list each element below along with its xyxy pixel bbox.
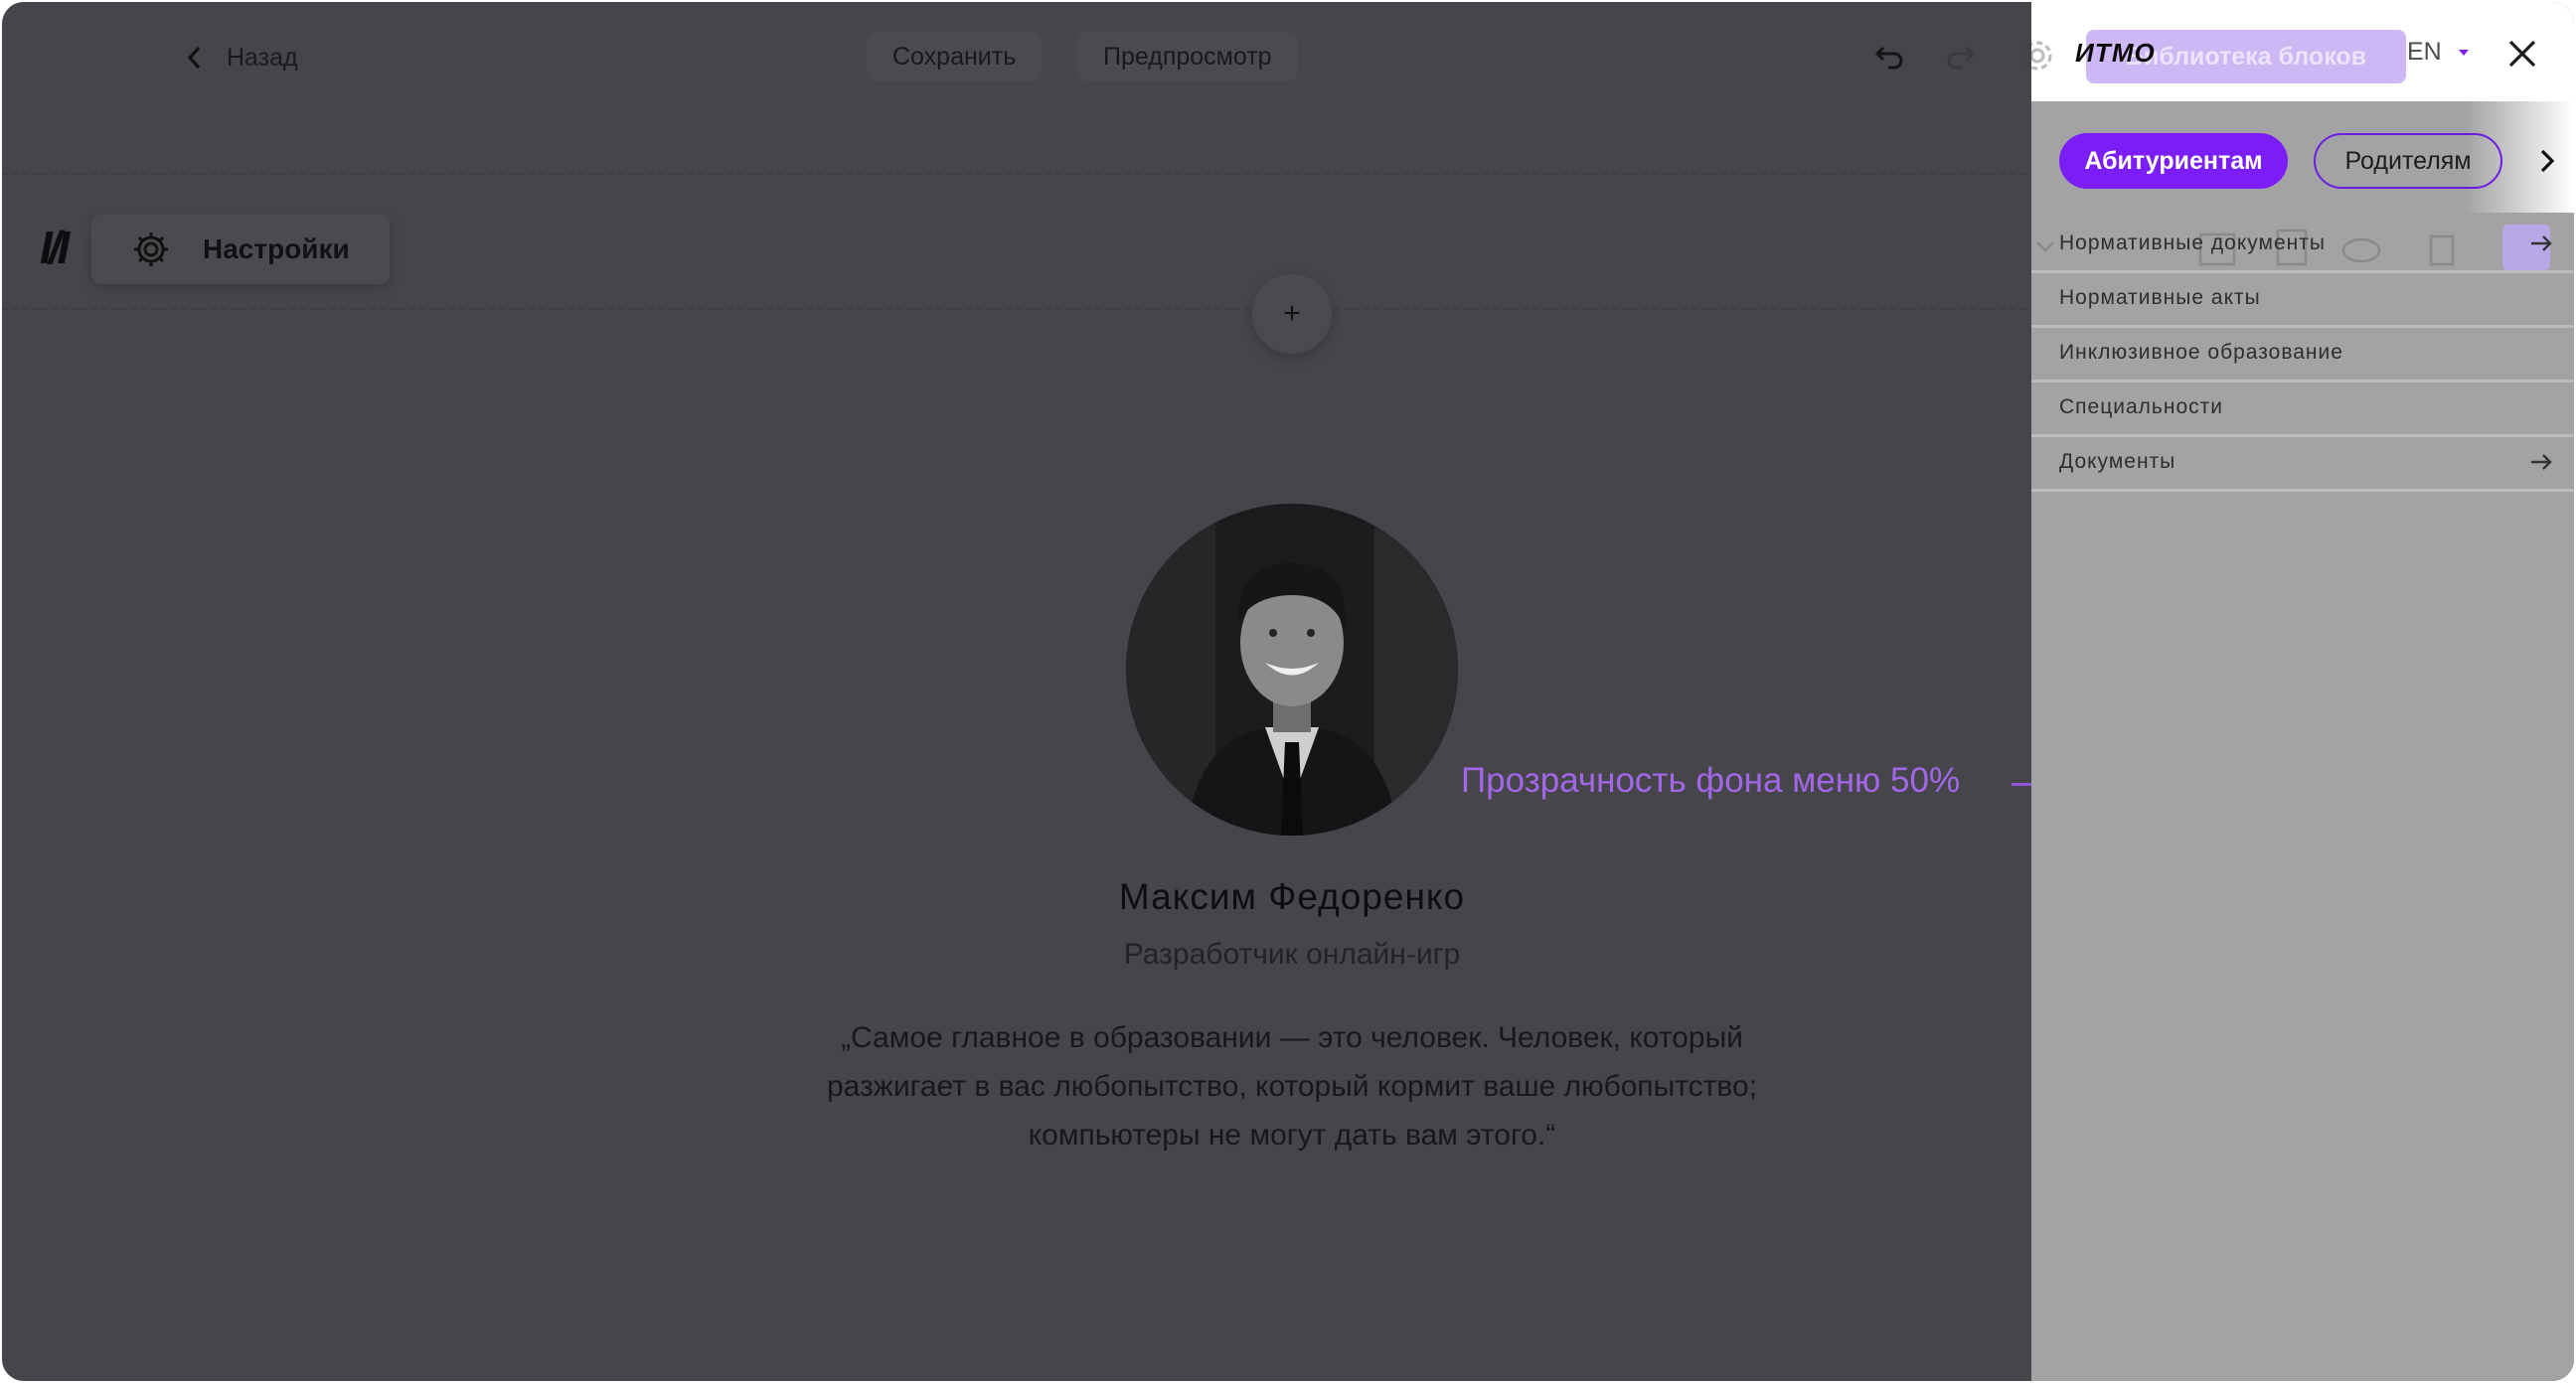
undo-icon[interactable]: [1872, 40, 1906, 74]
arrow-right-icon: [2531, 454, 2552, 470]
back-button[interactable]: Назад: [185, 38, 298, 77]
profile-quote: „Самое главное в образовании — это челов…: [698, 1013, 1886, 1159]
caret-down-icon: [2458, 49, 2469, 56]
add-block-button[interactable]: +: [1252, 274, 1332, 354]
menu-panel-header: Библиотека блоков ИТМО EN: [2022, 2, 2574, 101]
menu-item[interactable]: Документы: [2031, 435, 2574, 492]
menu-item[interactable]: Инклюзивное образование: [2031, 326, 2574, 383]
toolbar-divider: [2, 173, 2035, 175]
profile-role: Разработчик онлайн-игр: [1123, 938, 1461, 971]
tab-parents[interactable]: Родителям: [2314, 133, 2502, 189]
menu-tabs: Абитуриентам Родителям: [2031, 101, 2574, 213]
menu-item-label: Специальности: [2059, 395, 2223, 418]
menu-item[interactable]: Нормативные акты: [2031, 271, 2574, 328]
editor-canvas: Назад Сохранить Предпросмотр Ӏ/Ӏ Настрой…: [2, 2, 2574, 1381]
arrow-right-icon: [2531, 235, 2552, 251]
menu-item[interactable]: Нормативные документы: [2031, 217, 2574, 273]
profile-name: Максим Федоренко: [1118, 876, 1466, 917]
gear-icon: [2022, 41, 2052, 71]
person-photo: [1126, 504, 1458, 836]
close-icon[interactable]: [2504, 36, 2540, 72]
chevron-left-icon: [187, 46, 201, 70]
menu-item-label: Документы: [2059, 450, 2176, 473]
annotation-label: Прозрачность фона меню 50%: [1461, 761, 1961, 800]
gear-icon: [134, 232, 168, 266]
itmo-logo: ИТМО: [2075, 38, 2156, 68]
avatar: [1126, 504, 1458, 836]
tab-applicants[interactable]: Абитуриентам: [2059, 133, 2288, 189]
menu-item-label: Нормативные документы: [2059, 231, 2326, 254]
redo-icon[interactable]: [1944, 40, 1978, 74]
menu-item-label: Нормативные акты: [2059, 286, 2261, 309]
quote-line: разжигает в вас любопытство, который кор…: [826, 1070, 1758, 1103]
plus-icon: +: [1283, 297, 1301, 330]
site-logo: Ӏ/Ӏ: [40, 222, 70, 273]
language-value: EN: [2407, 38, 2442, 66]
settings-button[interactable]: Настройки: [91, 215, 390, 284]
quote-line: компьютеры не могут дать вам этого.“: [1028, 1119, 1556, 1152]
quote-line: „Самое главное в образовании — это челов…: [841, 1021, 1743, 1054]
block-divider: [2, 308, 2035, 310]
menu-item[interactable]: Специальности: [2031, 381, 2574, 437]
language-select[interactable]: EN: [2407, 38, 2470, 67]
chevron-right-icon[interactable]: [2534, 145, 2560, 177]
menu-item-label: Инклюзивное образование: [2059, 341, 2343, 364]
save-button[interactable]: Сохранить: [867, 32, 1043, 81]
menu-panel: Библиотека блоков ИТМО EN Абитуриентам Р…: [2022, 2, 2574, 1381]
settings-label: Настройки: [203, 233, 350, 264]
back-label: Назад: [227, 43, 298, 72]
preview-button[interactable]: Предпросмотр: [1077, 32, 1298, 81]
